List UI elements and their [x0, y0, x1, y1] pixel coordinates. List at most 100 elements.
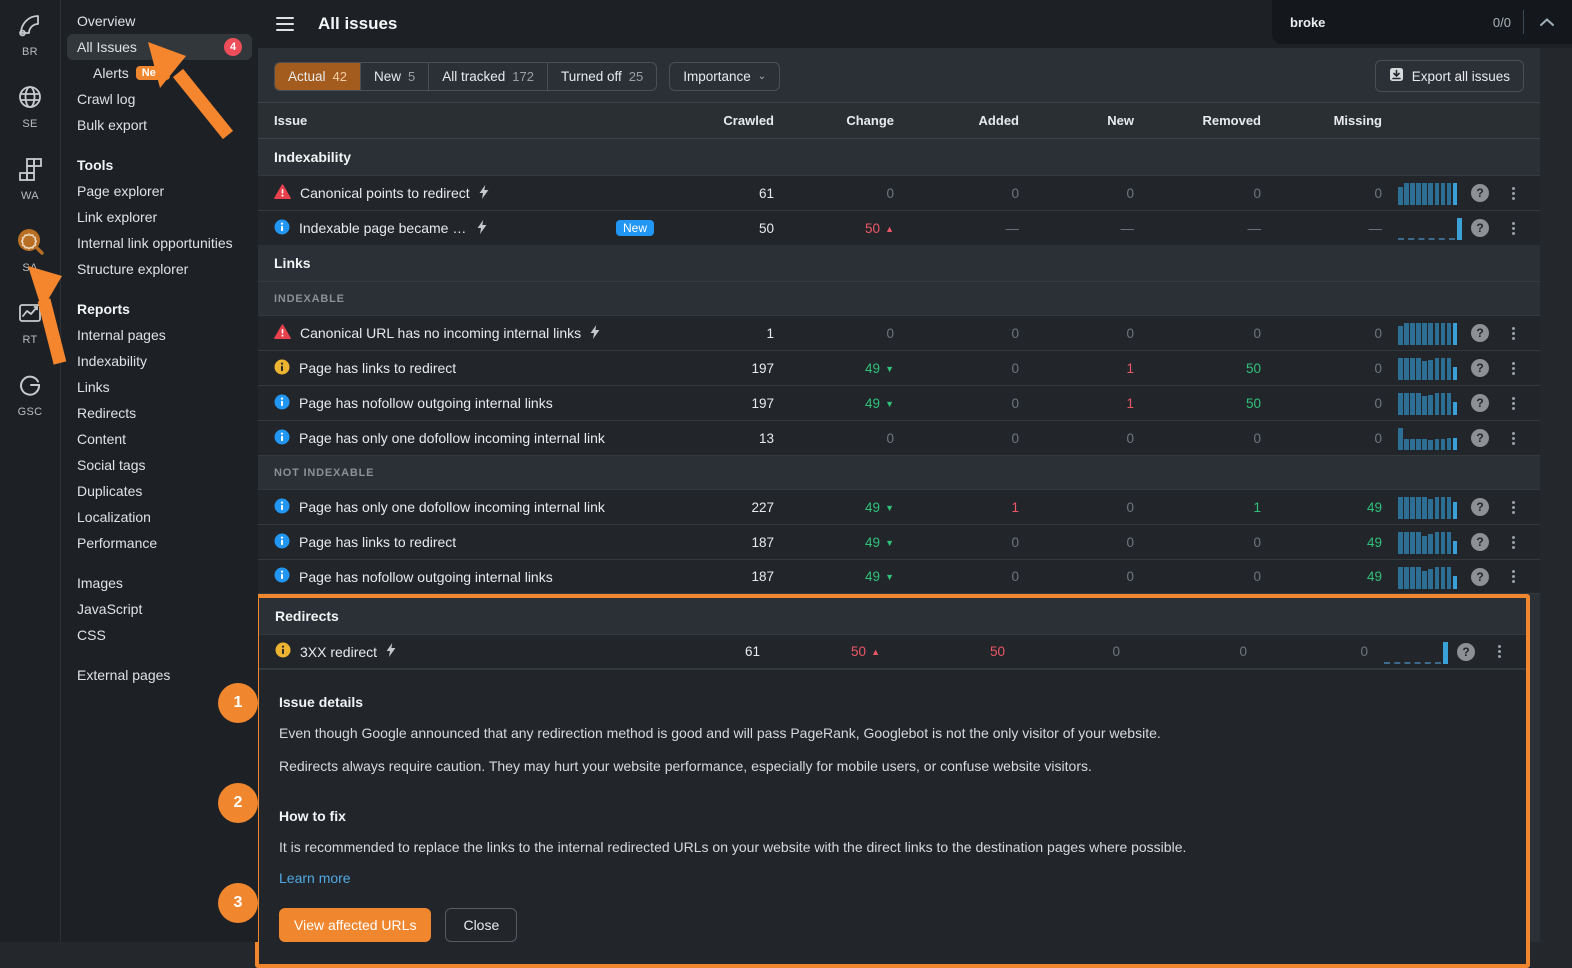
rail-item-se[interactable]: SE [0, 72, 60, 144]
sidebar-item-external-pages[interactable]: External pages [67, 662, 252, 688]
sidebar-item-label: Structure explorer [77, 261, 189, 277]
help-icon[interactable]: ? [1471, 498, 1489, 516]
sparkline-bar [1416, 183, 1421, 205]
hamburger-menu-icon[interactable] [268, 7, 302, 41]
issue-row[interactable]: Canonical URL has no incoming internal l… [258, 315, 1540, 350]
help-icon[interactable]: ? [1471, 533, 1489, 551]
sidebar-item-alerts[interactable]: Alerts New [67, 60, 252, 86]
sidebar-item-page-explorer[interactable]: Page explorer [67, 178, 252, 204]
issue-row[interactable]: Page has links to redirect 187 49 ▼ 0 0 0 49? [258, 524, 1540, 559]
sparkline-bar [1428, 323, 1434, 345]
sparkline-bar [1452, 575, 1458, 589]
issue-label: Indexable page became non-indexable [299, 220, 468, 236]
issue-row[interactable]: Page has nofollow outgoing internal link… [258, 559, 1540, 594]
issue-label: 3XX redirect [300, 643, 378, 660]
sidebar-item-javascript[interactable]: JavaScript [67, 596, 252, 622]
sidebar-item-bulk-export[interactable]: Bulk export [67, 112, 252, 138]
sidebar-item-localization[interactable]: Localization [67, 504, 252, 530]
added-cell: 0 [1011, 395, 1019, 411]
tab-all-tracked[interactable]: All tracked 172 [429, 62, 548, 90]
sidebar-item-redirects[interactable]: Redirects [67, 400, 252, 426]
how-to-fix-title: How to fix [279, 807, 346, 824]
close-button[interactable]: Close [445, 907, 518, 942]
sidebar-item-overview[interactable]: Overview [67, 8, 252, 34]
sidebar-item-images[interactable]: Images [67, 570, 252, 596]
issue-row[interactable]: Page has only one dofollow incoming inte… [258, 420, 1540, 455]
sparkline-bar [1416, 393, 1421, 415]
kebab-menu-icon[interactable] [1511, 396, 1515, 410]
help-icon[interactable]: ? [1471, 324, 1489, 342]
table-header: Issue Crawled Change Added New Removed Missing [258, 102, 1540, 139]
issue-row[interactable]: Page has nofollow outgoing internal link… [258, 385, 1540, 420]
sidebar-item-internal-link-opportunities[interactable]: Internal link opportunities [67, 230, 252, 256]
column-header-issue[interactable]: Issue [258, 113, 654, 128]
column-header-removed[interactable]: Removed [1134, 113, 1261, 128]
sidebar-item-label: Redirects [77, 405, 137, 421]
help-icon[interactable]: ? [1471, 394, 1489, 412]
column-header-crawled[interactable]: Crawled [654, 113, 774, 128]
issue-row[interactable]: Page has links to redirect 197 49 ▼ 0 1 50 0? [258, 350, 1540, 385]
column-header-added[interactable]: Added [894, 113, 1019, 128]
find-previous-chevron-up-icon[interactable] [1536, 11, 1558, 33]
help-icon[interactable]: ? [1457, 642, 1475, 661]
sidebar-item-label: CSS [77, 627, 106, 643]
issue-cell: Canonical URL has no incoming internal l… [258, 323, 654, 343]
issue-cell: Page has nofollow outgoing internal link… [258, 567, 654, 586]
tab-turned-off[interactable]: Turned off 25 [548, 63, 656, 90]
rail-item-br[interactable]: BR [0, 0, 60, 72]
view-affected-urls-button[interactable]: View affected URLs [279, 907, 432, 942]
added-cell: 0 [1011, 534, 1019, 550]
column-header-new[interactable]: New [1019, 113, 1134, 128]
kebab-menu-icon[interactable] [1511, 361, 1515, 375]
sidebar-item-indexability[interactable]: Indexability [67, 348, 252, 374]
sidebar-item-label: Bulk export [77, 117, 148, 133]
sidebar-item-performance[interactable]: Performance [67, 530, 252, 556]
sidebar-item-crawl-log[interactable]: Crawl log [67, 86, 252, 112]
issue-row[interactable]: 3XX redirect 61 50 ▲ 50 0 0 0? [259, 634, 1526, 669]
export-all-issues-button[interactable]: Export all issues [1374, 60, 1524, 92]
sidebar-item-css[interactable]: CSS [67, 622, 252, 648]
crawled-cell: 187 [751, 569, 774, 584]
column-header-missing[interactable]: Missing [1261, 113, 1382, 128]
sidebar-item-links[interactable]: Links [67, 374, 252, 400]
kebab-menu-icon[interactable] [1511, 326, 1515, 340]
help-icon[interactable]: ? [1471, 567, 1489, 586]
issue-row[interactable]: Indexable page became non-indexable New 50… [258, 210, 1540, 245]
rail-item-wa[interactable]: WA [0, 144, 60, 216]
kebab-menu-icon[interactable] [1511, 186, 1515, 200]
sparkline-bar [1410, 358, 1415, 380]
kebab-menu-icon[interactable] [1511, 570, 1515, 583]
kebab-menu-icon[interactable] [1497, 645, 1501, 658]
change-cell: 50 ▲ [851, 644, 880, 659]
tab-new[interactable]: New 5 [361, 62, 430, 90]
sidebar-item-structure-explorer[interactable]: Structure explorer [67, 256, 252, 282]
issue-row[interactable]: Page has only one dofollow incoming inte… [258, 489, 1540, 524]
sidebar-item-all-issues[interactable]: All Issues 4 [67, 34, 252, 60]
rail-item-sa[interactable]: SA [0, 216, 60, 288]
sidebar-item-social-tags[interactable]: Social tags [67, 452, 252, 478]
help-icon[interactable]: ? [1471, 359, 1489, 377]
issue-row[interactable]: Canonical points to redirect 61 0 0 0 0 0? [258, 175, 1540, 210]
sidebar-item-content[interactable]: Content [67, 426, 252, 452]
kebab-menu-icon[interactable] [1511, 500, 1515, 514]
kebab-menu-icon[interactable] [1511, 535, 1515, 549]
help-icon[interactable]: ? [1471, 219, 1489, 237]
issue-count-badge: 4 [224, 38, 242, 56]
help-icon[interactable]: ? [1471, 184, 1489, 202]
tab-actual[interactable]: Actual 42 [275, 62, 361, 90]
help-icon[interactable]: ? [1471, 429, 1489, 447]
sidebar-item-link-explorer[interactable]: Link explorer [67, 204, 252, 230]
info-yellow-icon [275, 642, 291, 661]
sidebar-item-duplicates[interactable]: Duplicates [67, 478, 252, 504]
rail-item-gsc[interactable]: GSC [0, 360, 60, 432]
sidebar-item-label: Duplicates [77, 483, 143, 499]
sidebar-item-internal-pages[interactable]: Internal pages [67, 322, 252, 348]
column-header-change[interactable]: Change [774, 113, 894, 128]
kebab-menu-icon[interactable] [1511, 221, 1515, 235]
learn-more-link[interactable]: Learn more [279, 870, 351, 886]
issue-details-title: Issue details [279, 694, 364, 710]
rail-item-rt[interactable]: RT [0, 288, 60, 360]
lightning-bolt-icon [386, 643, 396, 660]
kebab-menu-icon[interactable] [1511, 431, 1515, 445]
importance-dropdown[interactable]: Importance ⌄ [669, 61, 781, 91]
